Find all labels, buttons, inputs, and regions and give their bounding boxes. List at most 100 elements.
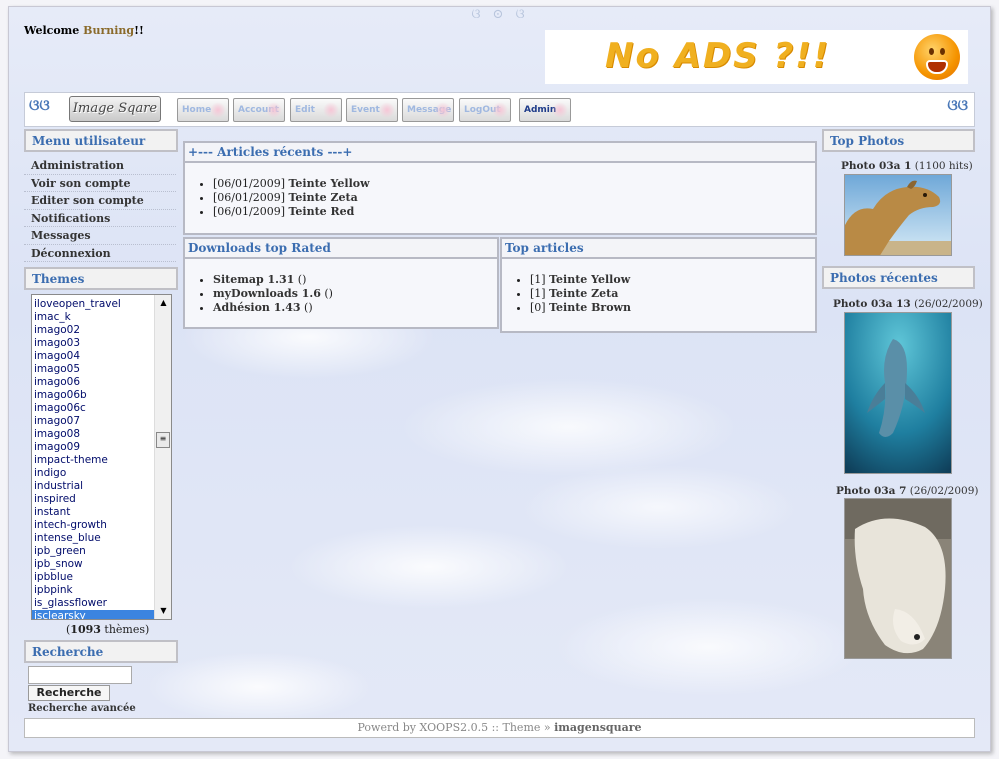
- list-item: Sitemap 1.31 (): [213, 273, 497, 287]
- search-input[interactable]: [28, 666, 132, 684]
- theme-option[interactable]: ipb_snow: [32, 558, 155, 571]
- theme-option[interactable]: industrial: [32, 480, 155, 493]
- theme-option[interactable]: imago04: [32, 350, 155, 363]
- footer-text: Powerd by XOOPS2.0.5 :: Theme »: [357, 721, 555, 734]
- theme-option[interactable]: imago07: [32, 415, 155, 428]
- user-menu-title: Menu utilisateur: [24, 129, 178, 152]
- theme-option[interactable]: inspired: [32, 493, 155, 506]
- list-item: [06/01/2009] Teinte Red: [213, 205, 815, 219]
- dolphin-photo[interactable]: [844, 312, 952, 474]
- user-menu: Administration Voir son compte Editer so…: [24, 157, 176, 262]
- theme-option[interactable]: iloveopen_travel: [32, 298, 155, 311]
- themes-count-suffix: thèmes): [100, 623, 150, 636]
- theme-option[interactable]: imago06: [32, 376, 155, 389]
- search-button[interactable]: Recherche: [28, 685, 110, 701]
- recent-photo-caption-2: Photo 03a 7 (26/02/2009): [836, 485, 979, 497]
- list-item: myDownloads 1.6 (): [213, 287, 497, 301]
- theme-option[interactable]: impact-theme: [32, 454, 155, 467]
- theme-option[interactable]: intech-growth: [32, 519, 155, 532]
- download-link[interactable]: Sitemap 1.31: [213, 273, 294, 286]
- scroll-thumb[interactable]: ≡: [156, 432, 170, 448]
- menu-item-view-account[interactable]: Voir son compte: [24, 175, 176, 192]
- download-link[interactable]: Adhésion 1.43: [213, 301, 301, 314]
- download-link[interactable]: myDownloads 1.6: [213, 287, 321, 300]
- welcome-username[interactable]: Burning: [83, 24, 134, 37]
- theme-option[interactable]: ipb_green: [32, 545, 155, 558]
- scroll-down-icon[interactable]: ▼: [155, 603, 171, 619]
- article-link[interactable]: Teinte Brown: [549, 301, 631, 314]
- downloads-title: Downloads top Rated: [185, 239, 497, 259]
- recent-photo-caption: Photo 03a 13 (26/02/2009): [833, 298, 983, 310]
- theme-option[interactable]: ipbpink: [32, 584, 155, 597]
- themes-count: (1093 thèmes): [66, 623, 150, 636]
- article-link[interactable]: Teinte Yellow: [549, 273, 630, 286]
- menu-item-notifications[interactable]: Notifications: [24, 210, 176, 227]
- theme-option[interactable]: imago06c: [32, 402, 155, 415]
- menu-item-logout[interactable]: Déconnexion: [24, 245, 176, 262]
- downloads-list: Sitemap 1.31 () myDownloads 1.6 () Adhés…: [185, 273, 497, 315]
- camel-photo[interactable]: [844, 174, 952, 256]
- top-articles-list: [1] Teinte Yellow [1] Teinte Zeta [0] Te…: [502, 273, 815, 315]
- left-ornament-icon: ଓଓ: [29, 96, 50, 114]
- nav-admin-button[interactable]: Admin: [519, 98, 571, 122]
- welcome-prefix: Welcome: [24, 24, 80, 37]
- theme-option[interactable]: intense_blue: [32, 532, 155, 545]
- recent-photo-name-2[interactable]: Photo 03a 7: [836, 485, 906, 497]
- nav-logout-button[interactable]: LogOut: [459, 98, 511, 122]
- theme-option[interactable]: indigo: [32, 467, 155, 480]
- nav-message-button[interactable]: Message: [402, 98, 454, 122]
- themes-listbox[interactable]: iloveopen_travel imac_k imago02 imago03 imag…: [31, 294, 172, 620]
- right-ornament-icon: ଓଓ: [947, 96, 968, 114]
- menu-item-messages[interactable]: Messages: [24, 227, 176, 245]
- theme-option[interactable]: imago09: [32, 441, 155, 454]
- theme-option[interactable]: instant: [32, 506, 155, 519]
- themes-title: Themes: [24, 267, 178, 290]
- downloads-panel: Downloads top Rated Sitemap 1.31 () myDo…: [183, 237, 499, 329]
- list-item: [1] Teinte Zeta: [530, 287, 815, 301]
- nav-home-button[interactable]: Home: [177, 98, 229, 122]
- themes-options: iloveopen_travel imac_k imago02 imago03 imag…: [32, 298, 155, 619]
- scroll-up-icon[interactable]: ▲: [155, 295, 171, 311]
- recent-articles-list: [06/01/2009] Teinte Yellow [06/01/2009] …: [185, 177, 815, 219]
- banner-text: No ADS ?!!: [605, 36, 831, 76]
- theme-option[interactable]: imago08: [32, 428, 155, 441]
- ad-banner[interactable]: No ADS ?!!: [545, 30, 968, 84]
- footer-theme-name: imagensquare: [554, 721, 642, 734]
- page-footer: Powerd by XOOPS2.0.5 :: Theme » imagensq…: [24, 718, 975, 738]
- article-link[interactable]: Teinte Yellow: [288, 177, 369, 190]
- article-link[interactable]: Teinte Red: [288, 205, 354, 218]
- article-link[interactable]: Teinte Zeta: [549, 287, 618, 300]
- list-item: Adhésion 1.43 (): [213, 301, 497, 315]
- list-item: [0] Teinte Brown: [530, 301, 815, 315]
- top-photo-caption: Photo 03a 1 (1100 hits): [841, 160, 973, 172]
- top-articles-panel: Top articles [1] Teinte Yellow [1] Teint…: [500, 237, 817, 333]
- top-articles-title: Top articles: [502, 239, 815, 259]
- theme-option[interactable]: imac_k: [32, 311, 155, 324]
- advanced-search-link[interactable]: Recherche avancée: [28, 703, 136, 714]
- nav-edit-button[interactable]: Edit: [290, 98, 342, 122]
- list-item: [06/01/2009] Teinte Zeta: [213, 191, 815, 205]
- menu-item-edit-account[interactable]: Editer son compte: [24, 192, 176, 210]
- theme-option[interactable]: isclearsky: [32, 610, 155, 619]
- themes-scrollbar[interactable]: ▲ ≡ ▼: [154, 295, 171, 619]
- recent-photo-name[interactable]: Photo 03a 13: [833, 298, 911, 310]
- main-navbar: ଓଓ Image Sqare Home Account Edit Event M…: [24, 92, 975, 127]
- theme-option[interactable]: imago05: [32, 363, 155, 376]
- nav-account-button[interactable]: Account: [233, 98, 285, 122]
- theme-option[interactable]: is_glassflower: [32, 597, 155, 610]
- menu-item-administration[interactable]: Administration: [24, 157, 176, 175]
- article-link[interactable]: Teinte Zeta: [288, 191, 357, 204]
- welcome-message: Welcome Burning!!: [24, 24, 144, 37]
- search-title: Recherche: [24, 640, 178, 663]
- theme-option[interactable]: imago03: [32, 337, 155, 350]
- shouting-smiley-icon: [914, 34, 960, 80]
- theme-option[interactable]: imago02: [32, 324, 155, 337]
- list-item: [1] Teinte Yellow: [530, 273, 815, 287]
- theme-option[interactable]: imago06b: [32, 389, 155, 402]
- theme-option[interactable]: ipbblue: [32, 571, 155, 584]
- top-photo-name[interactable]: Photo 03a 1: [841, 160, 911, 172]
- polar-bear-photo[interactable]: [844, 498, 952, 659]
- site-logo-button[interactable]: Image Sqare: [69, 96, 161, 122]
- welcome-suffix: !!: [134, 24, 144, 37]
- nav-event-button[interactable]: Event: [346, 98, 398, 122]
